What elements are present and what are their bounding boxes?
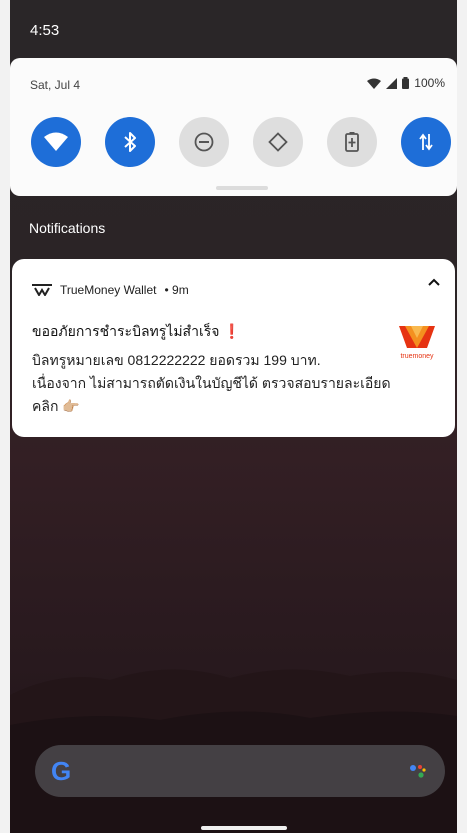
mobile-data-tile[interactable] (401, 117, 451, 167)
cell-signal-icon (386, 77, 398, 89)
bluetooth-tile[interactable] (105, 117, 155, 167)
notification-line-2: เนื่องจาก ไม่สามารถตัดเงินในบัญชีได้ ตรว… (32, 375, 391, 391)
google-logo: G (51, 756, 72, 786)
notification-app-name: TrueMoney Wallet (60, 283, 157, 297)
notification-body: บิลทรูหมายเลข 0812222222 ยอดรวม 199 บาท.… (32, 349, 432, 418)
battery-percent: 100% (414, 76, 445, 90)
qs-status-icons: 100% (367, 76, 445, 90)
phone-screen: 4:53 Sat, Jul 4 100% Notifications TrueM… (10, 0, 457, 833)
notification-line-1: บิลทรูหมายเลข 0812222222 ยอดรวม 199 บาท. (32, 352, 321, 368)
google-search-bar[interactable]: G (35, 745, 445, 797)
wifi-icon (44, 132, 68, 151)
status-time: 4:53 (30, 22, 60, 39)
qs-drag-handle[interactable] (216, 186, 268, 190)
wifi-signal-icon (367, 78, 382, 89)
notification-card[interactable]: TrueMoney Wallet • 9m ขออภัยการชำระบิลทร… (12, 259, 455, 437)
auto-rotate-tile[interactable] (253, 117, 303, 167)
wifi-tile[interactable] (31, 117, 81, 167)
dnd-tile[interactable] (179, 117, 229, 167)
truemoney-logo: truemoney (399, 326, 435, 360)
qs-date[interactable]: Sat, Jul 4 (30, 78, 80, 92)
notification-line-3: คลิก 👉🏼 (32, 398, 80, 414)
chevron-up-icon[interactable] (427, 277, 441, 287)
notifications-header: Notifications (29, 220, 106, 236)
svg-text:truemoney: truemoney (400, 353, 434, 360)
battery-icon (402, 77, 410, 89)
notification-app-row: TrueMoney Wallet • 9m (32, 283, 189, 297)
auto-rotate-icon (268, 132, 288, 152)
assistant-icon[interactable] (409, 763, 427, 779)
notification-time: • 9m (164, 283, 189, 297)
home-gesture-pill[interactable] (201, 826, 287, 830)
bluetooth-icon (124, 132, 136, 152)
truemoney-small-icon (32, 284, 52, 296)
wallpaper-hills (10, 669, 457, 833)
quick-settings-panel: Sat, Jul 4 100% (10, 58, 457, 196)
battery-saver-icon (345, 132, 359, 152)
mobile-data-icon (419, 133, 433, 151)
notification-title: ขออภัยการชำระบิลทรูไม่สำเร็จ ❗ (32, 323, 241, 339)
do-not-disturb-icon (194, 132, 214, 152)
battery-saver-tile[interactable] (327, 117, 377, 167)
